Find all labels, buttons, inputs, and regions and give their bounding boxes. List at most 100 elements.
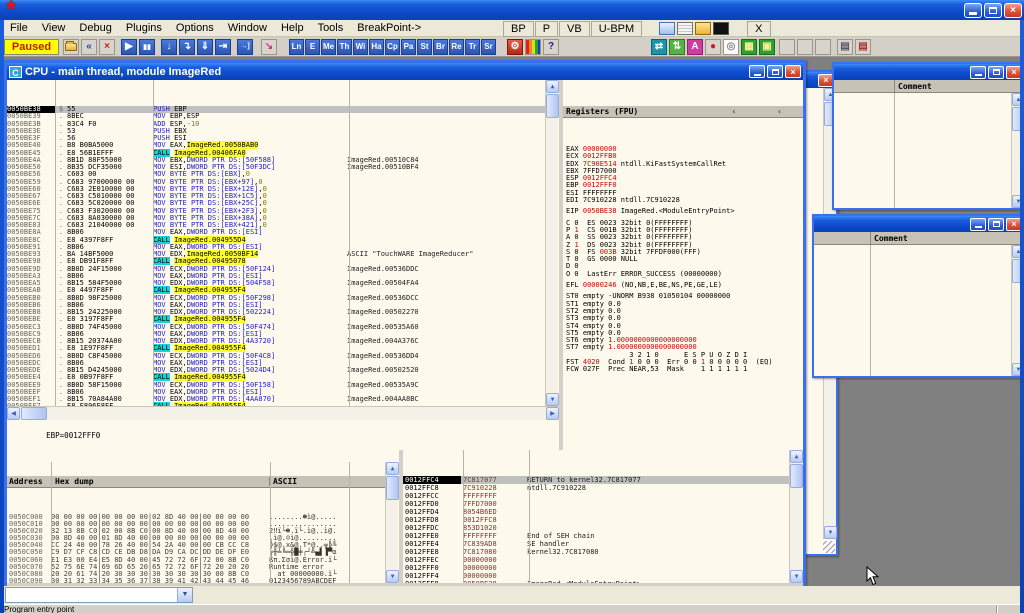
menu-item-view[interactable]: View [35, 21, 73, 35]
minimize-button[interactable] [964, 3, 982, 18]
disasm-row[interactable]: 0050BEE9.8B0D 58F15000MOV ECX,DWORD PTR … [7, 382, 559, 389]
scroll-thumb[interactable] [386, 476, 399, 500]
comment-window-2-scrollbar[interactable]: ▲▼ [1011, 245, 1020, 376]
dump-row[interactable]: 0050C09030 31 32 33|34 35 36 37|38 39 41… [7, 578, 399, 583]
stack-pane[interactable]: 0012FFC47C817077RETURN to kernel32.7C817… [403, 450, 803, 583]
plugin-close-button[interactable]: X [747, 21, 770, 37]
stack-v-scrollbar[interactable]: ▲▼ [789, 450, 802, 583]
dropdown-arrow-icon[interactable]: ▼ [177, 588, 192, 602]
assemble-a-button[interactable]: A [687, 39, 703, 55]
register-line[interactable]: T 0 GS 0000 NULL [563, 256, 803, 263]
comment-window-1-scrollbar[interactable]: ▲▼ [1011, 93, 1020, 208]
scroll-down-icon[interactable]: ▼ [1012, 195, 1020, 208]
menu-item-options[interactable]: Options [169, 21, 221, 35]
layout-list-red-button[interactable]: ▤ [855, 39, 871, 55]
toolbar-letter-button-pa[interactable]: Pa [401, 39, 416, 55]
run-to-return-button[interactable]: →] [237, 39, 253, 55]
toolbar-letter-button-e[interactable]: E [305, 39, 320, 55]
run-button[interactable]: ▶ [121, 39, 137, 55]
blank-button-1[interactable] [779, 39, 795, 55]
scroll-up-icon[interactable]: ▲ [790, 450, 803, 463]
scroll-right-icon[interactable]: ▶ [546, 407, 559, 420]
disasm-row[interactable]: 0050BE3E.53PUSH EBX [7, 128, 559, 135]
plugin-button-vb[interactable]: VB [559, 21, 590, 37]
disasm-row[interactable]: 0050BE83.C683 21040000 00MOV BYTE PTR DS… [7, 222, 559, 229]
dump-v-scrollbar[interactable]: ▲▼ [385, 462, 398, 583]
layout-list-button[interactable]: ▤ [837, 39, 853, 55]
animate-into-button[interactable]: ⇓ [197, 39, 213, 55]
cpu-minimize-button[interactable] [749, 65, 765, 78]
dump-header[interactable]: AddressHex dumpASCII [7, 476, 399, 488]
scroll-thumb[interactable] [1012, 259, 1020, 283]
dump-pane[interactable]: AddressHex dumpASCII 0050C00000 00 00 00… [7, 450, 399, 583]
scroll-up-icon[interactable]: ▲ [1012, 93, 1020, 106]
log-window-icon[interactable] [677, 22, 693, 35]
breakpoint-ball-button[interactable]: ● [705, 39, 721, 55]
step-into-button[interactable]: ↓ [161, 39, 177, 55]
column-divider[interactable] [870, 245, 871, 376]
disasm-row[interactable]: 0050BE9D.8B0D 24F15000MOV ECX,DWORD PTR … [7, 266, 559, 273]
appearance-rainbow-button[interactable] [525, 39, 541, 55]
command-input[interactable] [6, 588, 177, 602]
grid-keypad-button[interactable]: ▦ [741, 39, 757, 55]
menu-item-help[interactable]: Help [274, 21, 311, 35]
toolbar-letter-button-ha[interactable]: Ha [369, 39, 384, 55]
comment-window-2-titlebar[interactable]: × [814, 216, 1020, 232]
swap-arrows-button[interactable]: ⇄ [651, 39, 667, 55]
disassembly-v-scrollbar[interactable]: ▲▼ [545, 80, 558, 406]
cpu-close-button[interactable]: × [785, 65, 801, 78]
register-line[interactable]: EDI 7C910228 ntdll.7C910228 [563, 197, 803, 204]
comment-window-1-minimize-button[interactable] [970, 66, 986, 79]
menu-item-debug[interactable]: Debug [72, 21, 118, 35]
stack-window-icon[interactable] [659, 22, 675, 35]
register-line[interactable]: O 0 LastErr ERROR_SUCCESS (00000000) [563, 271, 803, 278]
plugin-button-p[interactable]: P [535, 21, 558, 37]
disasm-row[interactable]: 0050BEC3.8B0D 74F45000MOV ECX,DWORD PTR … [7, 324, 559, 331]
menu-item-breakpoint[interactable]: BreakPoint-> [350, 21, 428, 35]
scroll-down-icon[interactable]: ▼ [824, 526, 837, 539]
comment-window-2[interactable]: × Comment ▲▼ [812, 214, 1020, 378]
scroll-down-icon[interactable]: ▼ [546, 393, 559, 406]
toolbar-letter-button-re[interactable]: Re [449, 39, 464, 55]
restore-button[interactable] [984, 3, 1002, 18]
plugin-button-u-bpm[interactable]: U-BPM [591, 21, 642, 37]
disasm-row[interactable]: 0050BE8C.E8 4397F8FFCALL ImageRed.004955… [7, 237, 559, 244]
cpu-maximize-button[interactable] [767, 65, 783, 78]
animate-over-button[interactable]: ⇥ [215, 39, 231, 55]
chevron-left-icons[interactable]: ‹ ‹ [732, 107, 800, 116]
console-window-icon[interactable] [713, 22, 729, 35]
scroll-thumb[interactable] [21, 407, 47, 420]
disasm-row[interactable]: 0050BE3B.83C4 F0ADD ESP,-10 [7, 121, 559, 128]
scroll-down-icon[interactable]: ▼ [386, 570, 399, 583]
close-button[interactable]: × [1004, 3, 1022, 18]
register-line[interactable]: FCW 027F Prec NEAR,53 Mask 1 1 1 1 1 1 [563, 366, 803, 373]
menu-item-plugins[interactable]: Plugins [119, 21, 169, 35]
toolbar-letter-button-cp[interactable]: Cp [385, 39, 400, 55]
comment-window-1-close-button[interactable]: × [1006, 66, 1020, 79]
disassembly-pane[interactable]: 0050BE38$55PUSH EBP0050BE39.8BECMOV EBP,… [7, 80, 559, 406]
trace-spiral-button[interactable]: ◎ [723, 39, 739, 55]
restart-button[interactable]: « [81, 39, 97, 55]
toolbar-letter-button-st[interactable]: St [417, 39, 432, 55]
menu-item-tools[interactable]: Tools [311, 21, 351, 35]
blank-button-2[interactable] [797, 39, 813, 55]
scroll-thumb[interactable] [1012, 107, 1020, 131]
cpu-window-titlebar[interactable]: C CPU - main thread, module ImageRed × [7, 63, 803, 80]
scroll-up-icon[interactable]: ▲ [1012, 245, 1020, 258]
blank-button-3[interactable] [815, 39, 831, 55]
toolbar-letter-button-wi[interactable]: Wi [353, 39, 368, 55]
info-pane[interactable]: EBP=0012FFF0 [7, 420, 559, 450]
toolbar-letter-button-tr[interactable]: Tr [465, 39, 480, 55]
go-to-button[interactable]: ↘ [261, 39, 277, 55]
menu-item-window[interactable]: Window [221, 21, 274, 35]
toolbar-letter-button-br[interactable]: Br [433, 39, 448, 55]
toolbar-letter-button-ln[interactable]: Ln [289, 39, 304, 55]
scroll-down-icon[interactable]: ▼ [790, 570, 803, 583]
scroll-thumb[interactable] [546, 94, 559, 118]
scroll-thumb[interactable] [790, 464, 803, 488]
comment-window-2-minimize-button[interactable] [970, 218, 986, 231]
toolbar-letter-button-th[interactable]: Th [337, 39, 352, 55]
up-down-button[interactable]: ⇅ [669, 39, 685, 55]
column-divider[interactable] [894, 93, 895, 208]
close-program-button[interactable]: × [99, 39, 115, 55]
